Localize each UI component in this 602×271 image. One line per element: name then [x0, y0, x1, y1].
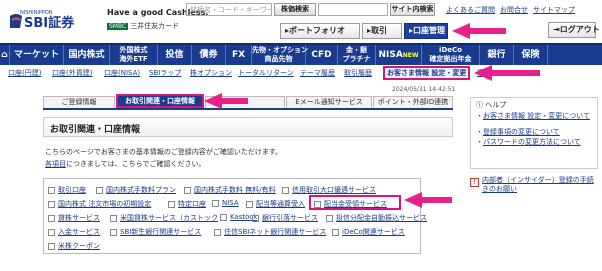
arrow-icon — [474, 65, 540, 81]
arrow-icon — [204, 93, 248, 109]
annotation-arrows — [204, 23, 540, 208]
arrow-icon — [452, 23, 506, 39]
arrow-icon — [404, 192, 452, 208]
